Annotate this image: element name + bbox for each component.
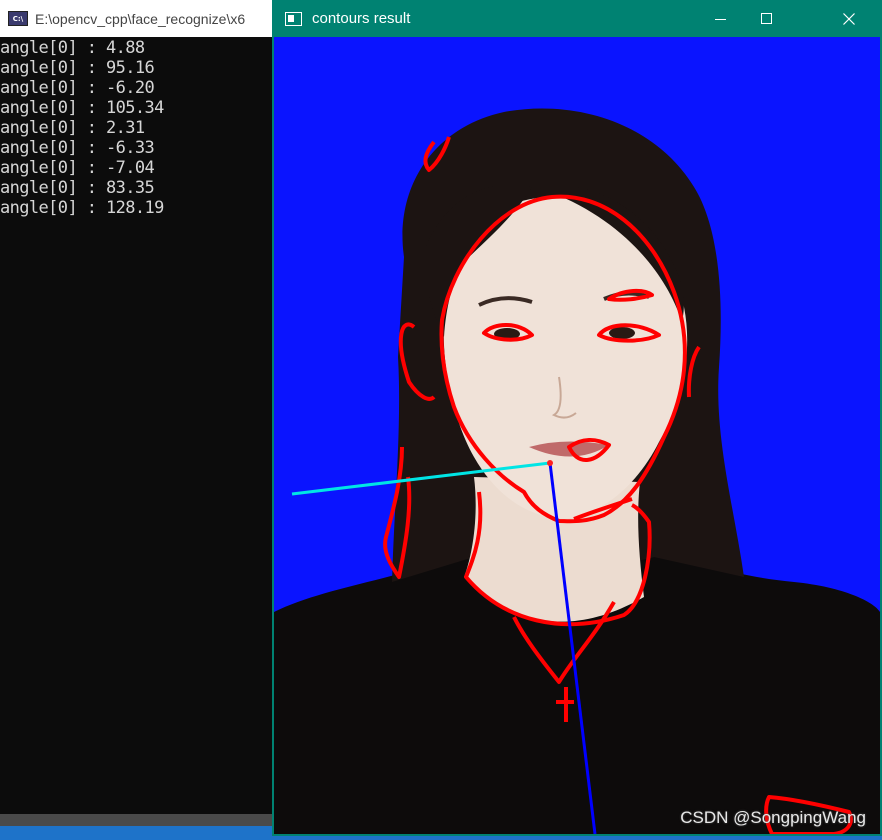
console-line: angle[0] : 105.34 (0, 98, 164, 118)
console-line: angle[0] : -7.04 (0, 158, 155, 178)
minimize-icon (715, 18, 726, 20)
console-horizontal-scrollbar[interactable] (0, 814, 282, 826)
maximize-icon (761, 12, 772, 24)
maximize-button[interactable] (744, 0, 790, 37)
csdn-watermark: CSDN @SongpingWang (680, 808, 866, 827)
contours-result-window: contours result CSDN @SongpingWang (272, 0, 882, 836)
console-line: angle[0] : -6.20 (0, 78, 155, 98)
contours-image (274, 108, 880, 834)
console-window: C:\ E:\opencv_cpp\face_recognize\x6 angl… (0, 0, 282, 840)
contours-image-canvas[interactable]: CSDN @SongpingWang (274, 37, 880, 834)
image-window-title: contours result (312, 10, 411, 27)
console-line: angle[0] : 2.31 (0, 118, 145, 138)
image-window-titlebar[interactable]: contours result (272, 0, 882, 37)
console-app-icon: C:\ (8, 11, 28, 26)
window-app-icon (285, 11, 302, 26)
close-icon (843, 12, 855, 25)
console-line: angle[0] : -6.33 (0, 138, 155, 158)
close-button[interactable] (826, 0, 872, 37)
console-line: angle[0] : 128.19 (0, 198, 164, 218)
console-line: angle[0] : 95.16 (0, 58, 155, 78)
minimize-button[interactable] (698, 0, 744, 37)
console-output: angle[0] : 4.88 angle[0] : 95.16 angle[0… (0, 38, 164, 218)
right-eye (609, 327, 635, 339)
console-title: E:\opencv_cpp\face_recognize\x6 (35, 10, 246, 27)
console-line: angle[0] : 83.35 (0, 178, 155, 198)
console-line: angle[0] : 4.88 (0, 38, 145, 58)
center-point (547, 460, 553, 466)
console-titlebar[interactable]: C:\ E:\opencv_cpp\face_recognize\x6 (0, 0, 282, 37)
